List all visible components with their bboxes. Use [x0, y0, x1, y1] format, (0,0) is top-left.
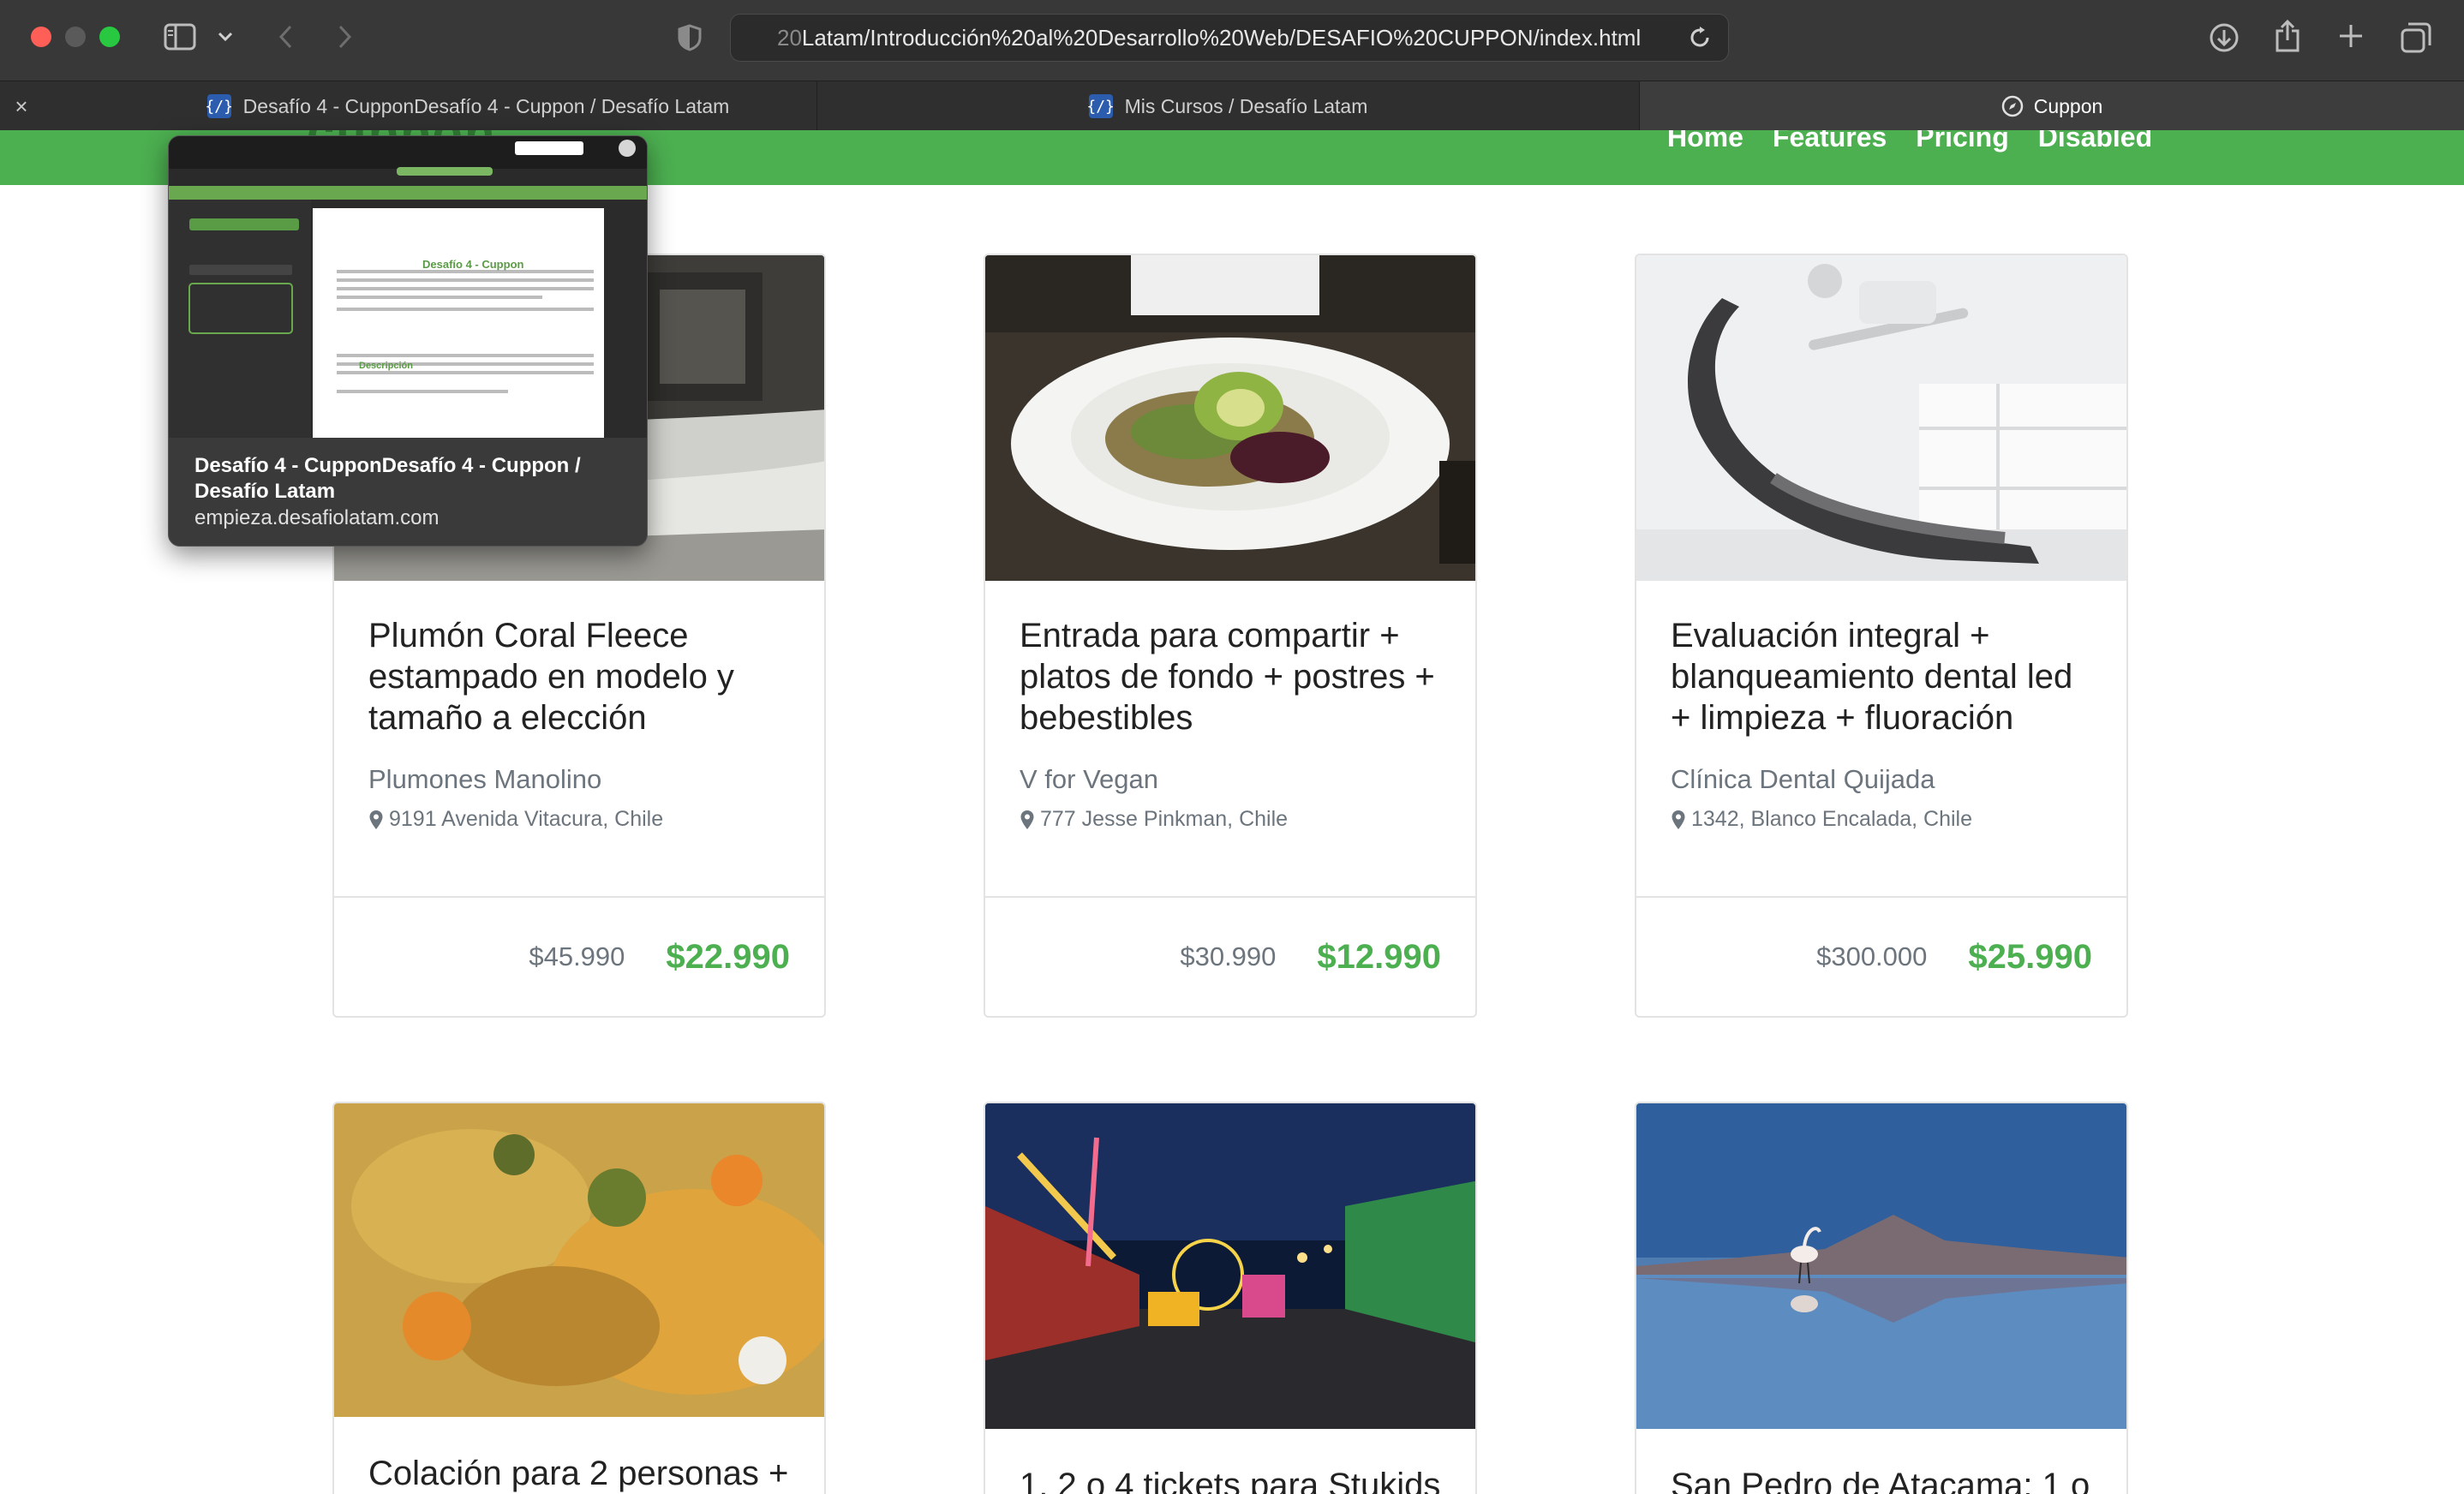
compass-icon	[2001, 95, 2024, 117]
deal-old-price: $300.000	[1816, 941, 1928, 971]
deal-title[interactable]: Entrada para compartir + platos de fondo…	[1020, 615, 1441, 738]
deal-card-footer: $300.000 $25.990	[1636, 896, 2126, 1016]
deal-card[interactable]: Evaluación integral + blanqueamiento den…	[1635, 254, 2128, 1018]
deal-title[interactable]: San Pedro de Atacama: 1 o	[1671, 1465, 2092, 1494]
tab-preview-title: Desafío 4 - CupponDesafío 4 - Cuppon / D…	[194, 454, 581, 503]
map-pin-icon	[1672, 810, 1685, 829]
deal-card[interactable]: 1, 2 o 4 tickets para Stukids	[984, 1102, 1477, 1494]
nav-links: Home Features Pricing Disabled	[1667, 130, 2181, 151]
deal-seller: V for Vegan	[1020, 764, 1159, 794]
deal-card[interactable]: Entrada para compartir + platos de fondo…	[984, 254, 1477, 1018]
thumb-section: Descripción	[359, 361, 413, 371]
deal-card-body: Evaluación integral + blanqueamiento den…	[1636, 581, 2126, 896]
sidebar-toggle-icon[interactable]	[163, 22, 197, 51]
deal-title[interactable]: Evaluación integral + blanqueamiento den…	[1671, 615, 2092, 738]
forward-icon[interactable]	[332, 22, 358, 51]
deal-card-body: 1, 2 o 4 tickets para Stukids	[985, 1429, 1475, 1494]
deal-location-text: 9191 Avenida Vitacura, Chile	[389, 807, 664, 831]
tab-label: Desafío 4 - CupponDesafío 4 - Cuppon / D…	[242, 94, 730, 117]
deal-card[interactable]: Colación para 2 personas +	[332, 1102, 826, 1494]
deal-new-price: $12.990	[1317, 937, 1441, 976]
deal-card-body: Entrada para compartir + platos de fondo…	[985, 581, 1475, 896]
zoom-window-button[interactable]	[99, 27, 120, 47]
address-bar[interactable]: 20Latam/Introducción%20al%20Desarrollo%2…	[730, 14, 1729, 62]
deal-image-flamingo-lake[interactable]	[1636, 1103, 2126, 1429]
deal-card-body: San Pedro de Atacama: 1 o	[1636, 1429, 2126, 1494]
close-icon[interactable]: ×	[9, 93, 34, 119]
deal-image-food-dish[interactable]	[334, 1103, 824, 1417]
deal-old-price: $30.990	[1180, 941, 1277, 971]
desafio-latam-favicon-icon: {/}	[1086, 94, 1115, 118]
tab-label: Mis Cursos / Desafío Latam	[1124, 94, 1368, 117]
deal-seller: Plumones Manolino	[368, 764, 602, 794]
deal-title[interactable]: 1, 2 o 4 tickets para Stukids	[1020, 1465, 1441, 1494]
deal-card-body: Colación para 2 personas +	[334, 1417, 824, 1494]
nav-disabled: Disabled	[2037, 130, 2153, 152]
browser-toolbar: 20Latam/Introducción%20al%20Desarrollo%2…	[0, 0, 2464, 81]
deal-location-text: 777 Jesse Pinkman, Chile	[1040, 807, 1289, 831]
back-icon[interactable]	[272, 22, 298, 51]
tab-desafio-4[interactable]: {/} Desafío 4 - CupponDesafío 4 - Cuppon…	[120, 81, 817, 131]
tab-preview-url: empieza.desafiolatam.com	[194, 506, 440, 529]
tab-label: Cuppon	[2033, 94, 2103, 117]
deal-image-vegan-plate[interactable]	[985, 255, 1475, 581]
tab-overview-icon[interactable]	[2399, 21, 2433, 55]
deal-title[interactable]: Colación para 2 personas +	[368, 1453, 790, 1494]
nav-home[interactable]: Home	[1667, 130, 1743, 151]
downloads-icon[interactable]	[2207, 21, 2241, 55]
tab-bar: × {/} Desafío 4 - CupponDesafío 4 - Cupp…	[0, 81, 2464, 131]
deal-location: 9191 Avenida Vitacura, Chile	[368, 807, 790, 832]
tab-mis-cursos[interactable]: {/} Mis Cursos / Desafío Latam	[817, 81, 1640, 131]
map-pin-icon	[1020, 810, 1034, 829]
deal-title[interactable]: Plumón Coral Fleece estampado en modelo …	[368, 615, 790, 738]
deal-location: 1342, Blanco Encalada, Chile	[1671, 807, 2092, 832]
deal-image-dental-chair[interactable]	[1636, 255, 2126, 581]
deal-new-price: $25.990	[1968, 937, 2092, 976]
deal-card-footer: $30.990 $12.990	[985, 896, 1475, 1016]
deal-old-price: $45.990	[529, 941, 625, 971]
deal-card-body: Plumón Coral Fleece estampado en modelo …	[334, 581, 824, 896]
deal-location-text: 1342, Blanco Encalada, Chile	[1691, 807, 1973, 831]
desafio-latam-favicon-icon: {/}	[205, 94, 233, 118]
thumb-heading: Desafío 4 - Cuppon	[422, 258, 524, 271]
deal-location: 777 Jesse Pinkman, Chile	[1020, 807, 1441, 832]
chevron-down-icon[interactable]	[216, 27, 235, 46]
share-icon[interactable]	[2272, 17, 2303, 55]
deal-seller: Clínica Dental Quijada	[1671, 764, 1935, 794]
tab-cuppon[interactable]: Cuppon	[1640, 81, 2464, 131]
minimize-window-button[interactable]	[65, 27, 86, 47]
privacy-shield-icon[interactable]	[675, 22, 704, 53]
tab-preview-thumbnail: Desafío 4 - Cuppon Descripción	[169, 136, 647, 438]
deal-new-price: $22.990	[666, 937, 790, 976]
address-url: 20Latam/Introducción%20al%20Desarrollo%2…	[777, 24, 1642, 51]
reload-icon[interactable]	[1687, 25, 1713, 51]
new-tab-icon[interactable]	[2335, 21, 2366, 51]
nav-pricing[interactable]: Pricing	[1916, 130, 2008, 151]
nav-features[interactable]: Features	[1773, 130, 1887, 151]
deal-card-footer: $45.990 $22.990	[334, 896, 824, 1016]
tab-preview-popover: Desafío 4 - Cuppon Descripción Desafío 4…	[168, 135, 648, 547]
close-window-button[interactable]	[31, 27, 51, 47]
map-pin-icon	[369, 810, 383, 829]
deal-image-fair-night[interactable]	[985, 1103, 1475, 1429]
deal-card[interactable]: San Pedro de Atacama: 1 o	[1635, 1102, 2128, 1494]
